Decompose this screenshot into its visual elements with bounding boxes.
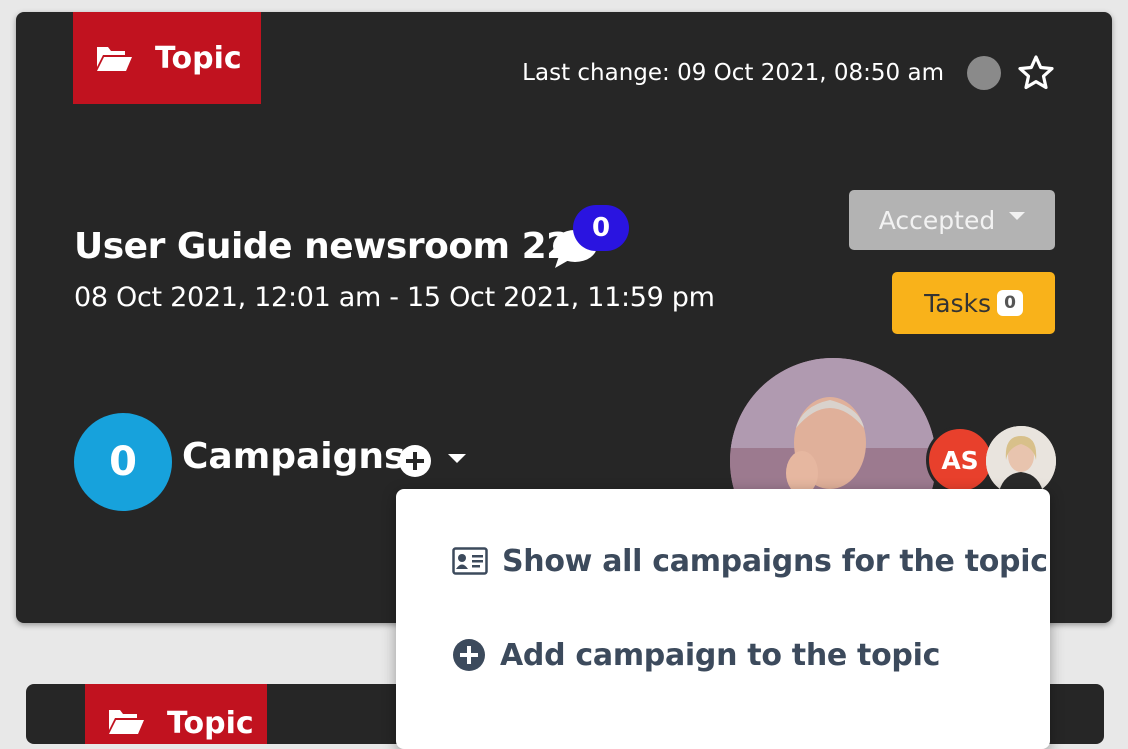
menu-item-label: Add campaign to the topic bbox=[500, 637, 941, 673]
avatar-initials[interactable]: AS bbox=[926, 426, 994, 494]
add-campaign-icon[interactable] bbox=[398, 444, 432, 478]
campaigns-dropdown-menu: Show all campaigns for the topic Add cam… bbox=[396, 489, 1050, 749]
topic-tag: Topic bbox=[85, 684, 267, 744]
id-card-icon bbox=[452, 547, 488, 575]
campaign-count-badge: 0 bbox=[74, 413, 172, 511]
date-range: 08 Oct 2021, 12:01 am - 15 Oct 2021, 11:… bbox=[74, 282, 715, 313]
plus-circle-icon bbox=[452, 638, 486, 672]
status-dot bbox=[967, 56, 1001, 90]
folder-open-icon bbox=[107, 706, 145, 736]
topic-tag-label: Topic bbox=[155, 40, 242, 76]
topic-tag-label: Topic bbox=[167, 706, 254, 741]
caret-down-icon bbox=[1009, 212, 1026, 220]
topic-tag: Topic bbox=[73, 12, 261, 104]
status-dropdown-button[interactable]: Accepted bbox=[849, 190, 1055, 250]
status-label: Accepted bbox=[878, 205, 996, 235]
comment-count-badge: 0 bbox=[573, 205, 629, 251]
topic-title[interactable]: User Guide newsroom 22 bbox=[74, 226, 571, 267]
menu-item-label: Show all campaigns for the topic bbox=[502, 543, 1048, 579]
campaigns-label: Campaigns bbox=[182, 436, 406, 477]
menu-item-show-all-campaigns[interactable]: Show all campaigns for the topic bbox=[452, 538, 1048, 584]
star-icon[interactable] bbox=[1016, 53, 1056, 93]
campaigns-dropdown-caret-icon[interactable] bbox=[448, 454, 466, 463]
folder-open-icon bbox=[95, 43, 133, 73]
tasks-count-badge: 0 bbox=[997, 290, 1023, 316]
avatar-small[interactable] bbox=[986, 426, 1056, 496]
last-change-text: Last change: 09 Oct 2021, 08:50 am bbox=[522, 60, 944, 86]
tasks-label: Tasks bbox=[924, 288, 992, 318]
tasks-button[interactable]: Tasks 0 bbox=[892, 272, 1055, 334]
menu-item-add-campaign[interactable]: Add campaign to the topic bbox=[452, 632, 940, 678]
